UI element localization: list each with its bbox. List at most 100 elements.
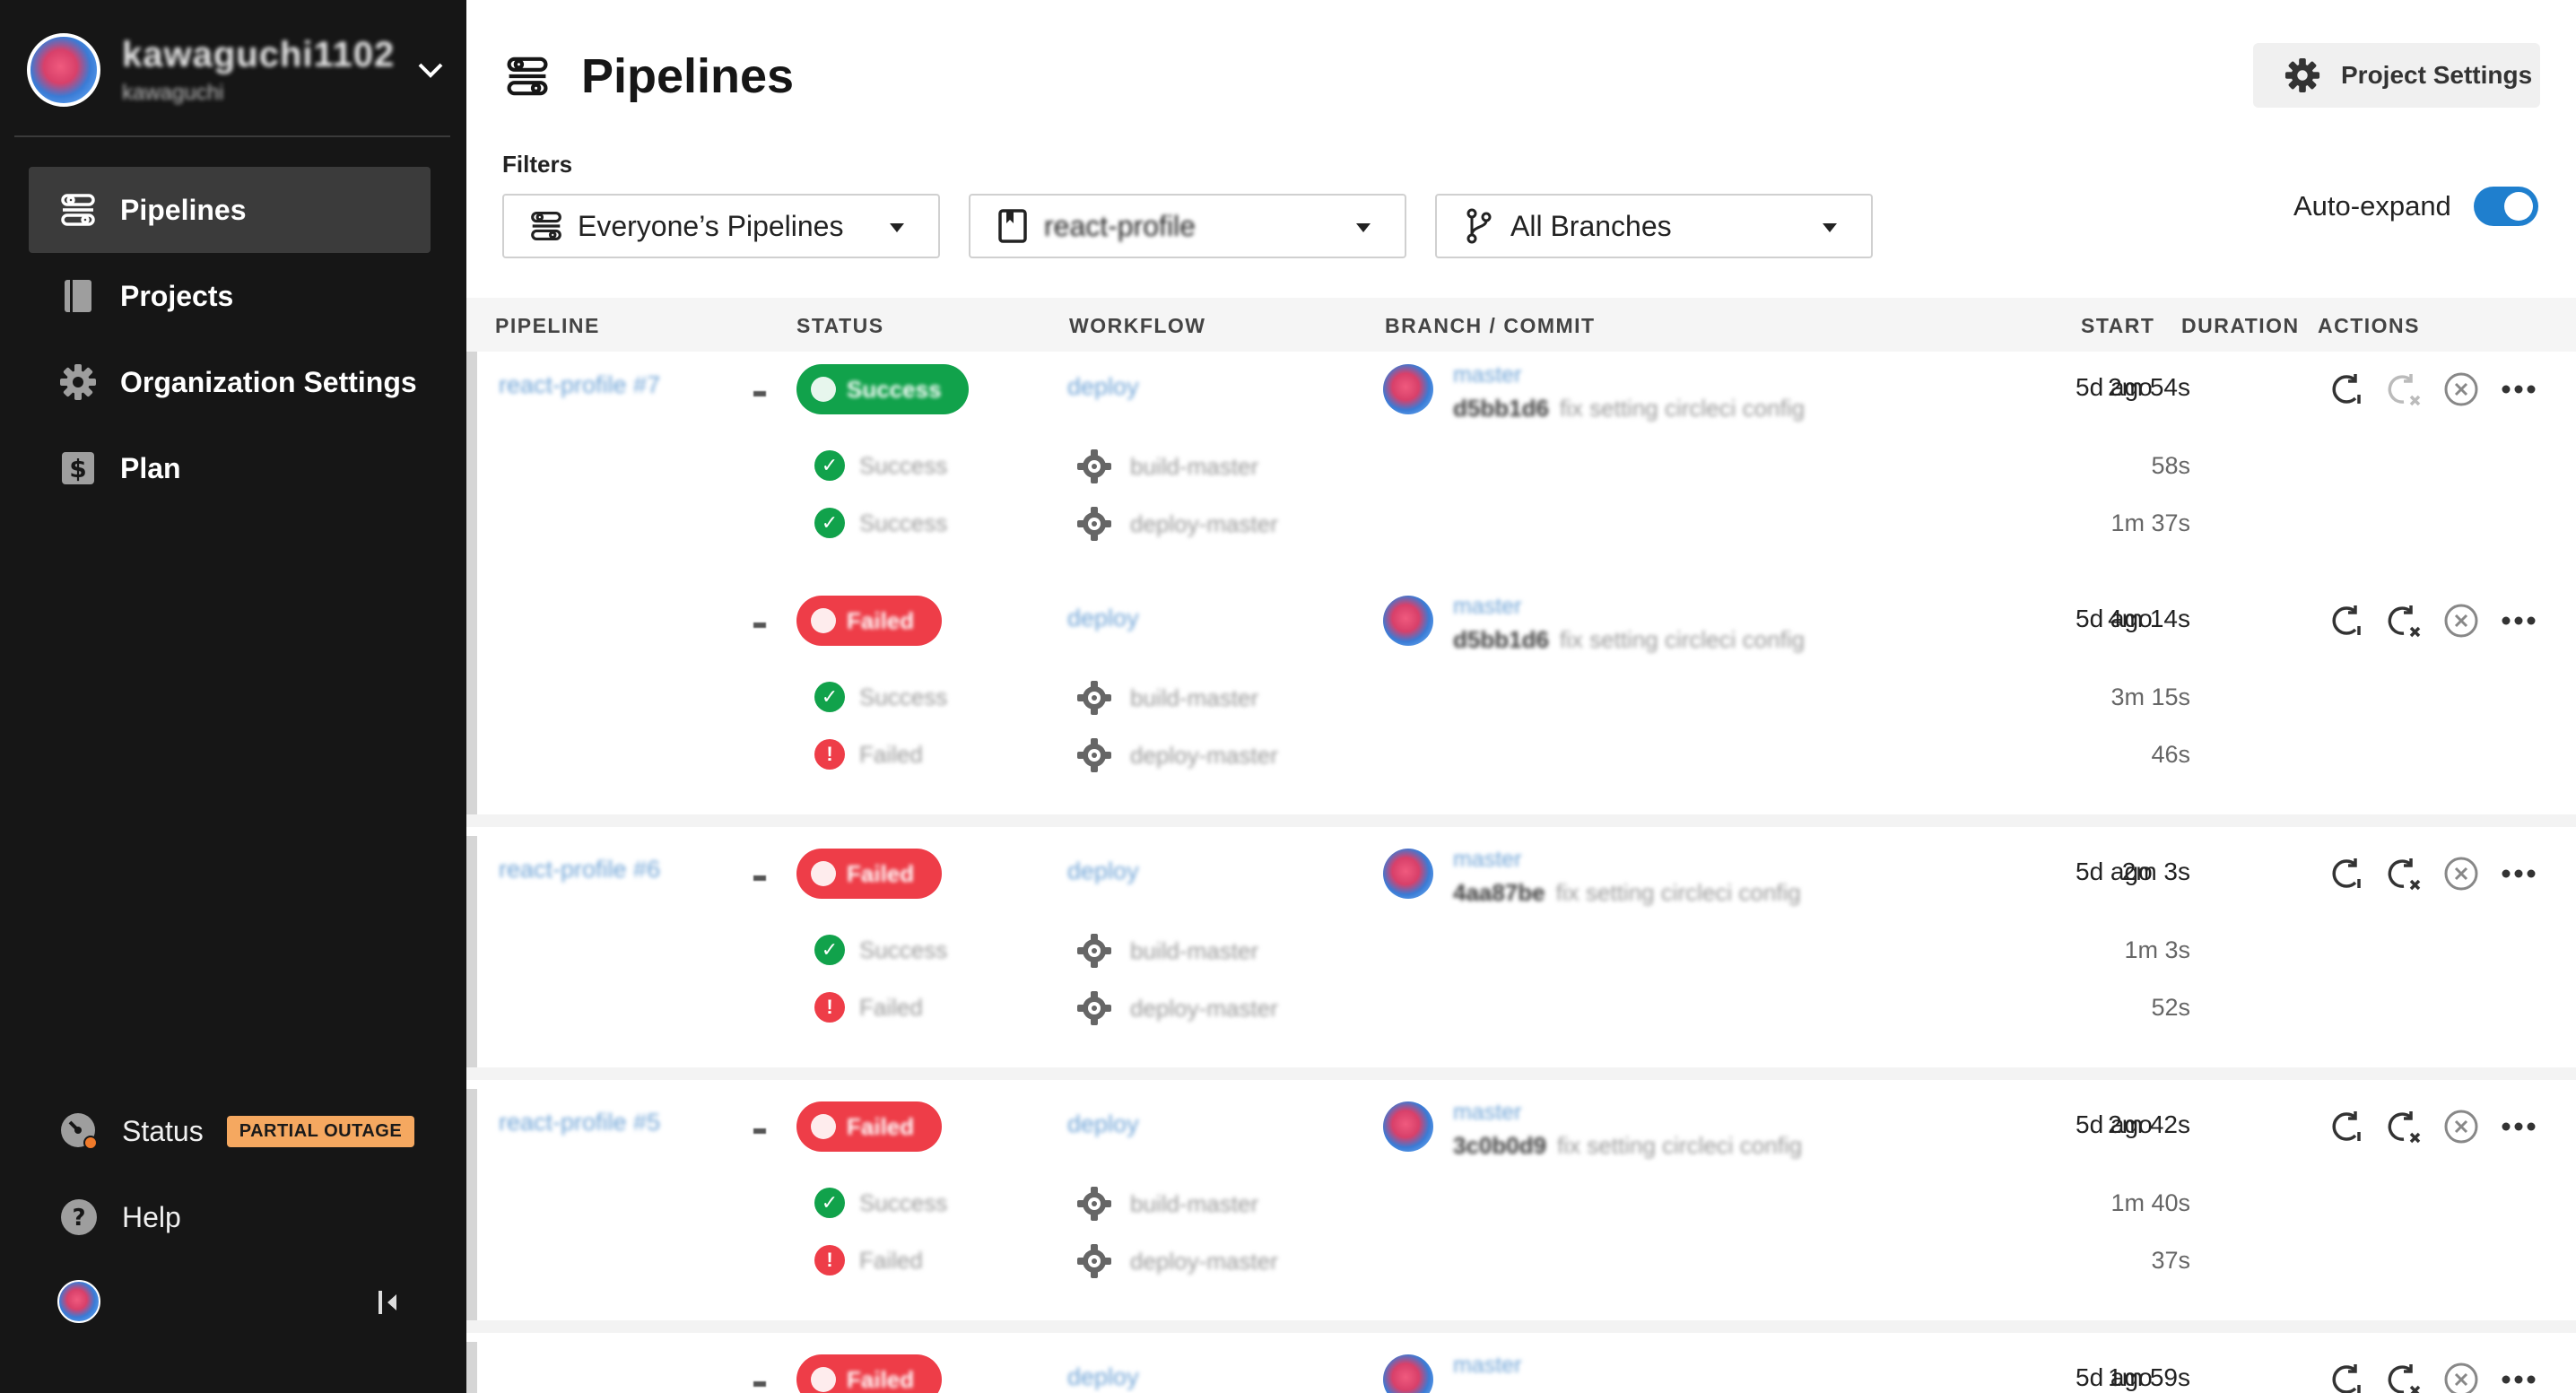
sidebar-item-pipelines[interactable]: Pipelines [29, 167, 431, 253]
rerun-workflow-icon[interactable] [2327, 601, 2366, 640]
project-filter-value: react-profile [1044, 209, 1196, 242]
duration: 2m 42s [2108, 1110, 2190, 1138]
sidebar-item-projects[interactable]: Projects [29, 253, 431, 339]
rerun-workflow-icon[interactable] [2327, 854, 2366, 893]
pipeline-group: react-profile #5 Failed deploy master 3c0b0d… [466, 1089, 2576, 1320]
sidebar-item-plan[interactable]: $ Plan [29, 425, 431, 511]
commit-hash[interactable]: 3c0b0d9 [1453, 1132, 1546, 1160]
more-options-icon[interactable] [2499, 601, 2538, 640]
sidebar-item-status[interactable]: Status PARTIAL OUTAGE [29, 1100, 431, 1162]
pipelines-icon [59, 191, 97, 229]
collapse-toggle[interactable] [753, 391, 766, 396]
pipeline-link[interactable]: react-profile #6 [499, 856, 660, 884]
job-name[interactable]: build-master [1076, 933, 1258, 969]
cancel-icon[interactable] [2441, 1360, 2481, 1393]
more-options-icon[interactable] [2499, 370, 2538, 409]
commit-hash[interactable]: d5bb1d6 [1453, 395, 1549, 422]
job-name[interactable]: deploy-master [1076, 737, 1278, 773]
job-name[interactable]: deploy-master [1076, 506, 1278, 542]
cancel-icon[interactable] [2441, 854, 2481, 893]
group-separator [466, 1320, 2576, 1333]
user-menu[interactable]: kawaguchi1102 kawaguchi [27, 27, 448, 113]
branch-link[interactable]: master [1453, 1100, 1521, 1126]
help-label: Help [122, 1200, 181, 1233]
group-indicator [466, 836, 477, 1067]
job-status-text: Success [859, 451, 948, 479]
pipeline-link[interactable]: react-profile #5 [499, 1109, 660, 1136]
auto-expand-label: Auto-expand [2293, 190, 2451, 222]
caret-down-icon [1356, 223, 1371, 232]
pipeline-link[interactable]: react-profile #7 [499, 371, 660, 399]
cancel-icon[interactable] [2441, 1107, 2481, 1146]
job-name[interactable]: build-master [1076, 448, 1258, 484]
actions-group [2327, 1360, 2556, 1393]
more-options-icon[interactable] [2499, 1360, 2538, 1393]
pipelines-filter-dropdown[interactable]: Everyone’s Pipelines [502, 194, 940, 258]
job-name[interactable]: deploy-master [1076, 1243, 1278, 1279]
collapse-toggle[interactable] [753, 875, 766, 881]
avatar[interactable] [57, 1280, 100, 1323]
branch-link[interactable]: master [1453, 1353, 1521, 1379]
job-duration: 46s [2151, 741, 2190, 768]
collapse-toggle[interactable] [753, 1128, 766, 1134]
job-status-text: Success [859, 1188, 948, 1216]
job-duration: 3m 15s [2110, 683, 2190, 710]
workflow-link[interactable]: deploy [1067, 1110, 1139, 1138]
commit-avatar [1383, 1101, 1433, 1152]
job-name-text: deploy-master [1130, 1247, 1278, 1275]
branch-link[interactable]: master [1453, 362, 1521, 388]
commit-hash[interactable]: 4aa87be [1453, 879, 1545, 907]
rerun-failed-icon[interactable] [2384, 601, 2424, 640]
actions-group [2327, 1107, 2556, 1146]
check-icon: ✓ [814, 450, 845, 481]
job-name[interactable]: build-master [1076, 680, 1258, 716]
job-duration: 1m 37s [2110, 509, 2190, 536]
alert-icon: ! [814, 992, 845, 1023]
collapse-sidebar-icon[interactable] [371, 1284, 407, 1320]
status-icon [811, 861, 836, 886]
pipeline-group: react-profile #6 Failed deploy master 4aa87b… [466, 836, 2576, 1067]
branches-filter-dropdown[interactable]: All Branches [1435, 194, 1873, 258]
rerun-failed-icon[interactable] [2384, 1360, 2424, 1393]
job-name-text: deploy-master [1130, 994, 1278, 1022]
rerun-workflow-icon[interactable] [2327, 1360, 2366, 1393]
sidebar-item-organization-settings[interactable]: Organization Settings [29, 339, 431, 425]
workflow-link[interactable]: deploy [1067, 373, 1139, 401]
job-duration: 37s [2151, 1247, 2190, 1274]
rerun-workflow-icon[interactable] [2327, 370, 2366, 409]
auto-expand-toggle[interactable] [2474, 187, 2538, 226]
rerun-workflow-icon[interactable] [2327, 1107, 2366, 1146]
status-badge: PARTIAL OUTAGE [226, 1115, 415, 1147]
cancel-icon[interactable] [2441, 370, 2481, 409]
workflow-link[interactable]: deploy [1067, 1363, 1139, 1391]
job-status: ✓ Success [814, 935, 947, 965]
workflow-link[interactable]: deploy [1067, 605, 1139, 632]
more-options-icon[interactable] [2499, 1107, 2538, 1146]
branch-link[interactable]: master [1453, 594, 1521, 620]
job-status-text: Failed [859, 740, 923, 768]
rerun-failed-icon[interactable] [2384, 1107, 2424, 1146]
group-separator [466, 814, 2576, 827]
job-name[interactable]: deploy-master [1076, 990, 1278, 1026]
collapse-toggle[interactable] [753, 622, 766, 628]
job-duration: 1m 3s [2124, 936, 2190, 963]
sidebar-item-label: Organization Settings [120, 365, 417, 398]
commit-hash[interactable]: d5bb1d6 [1453, 626, 1549, 654]
job-name[interactable]: build-master [1076, 1186, 1258, 1222]
sidebar-item-help[interactable]: ? Help [29, 1186, 431, 1249]
commit-avatar [1383, 849, 1433, 899]
collapse-toggle[interactable] [753, 1381, 766, 1387]
job-status: ✓ Success [814, 508, 947, 538]
branch-link[interactable]: master [1453, 847, 1521, 873]
job-gear-icon [1076, 933, 1130, 969]
project-filter-dropdown[interactable]: react-profile [969, 194, 1406, 258]
chevron-down-icon[interactable] [413, 52, 448, 88]
cancel-icon[interactable] [2441, 601, 2481, 640]
rerun-failed-icon[interactable] [2384, 854, 2424, 893]
workflow-link[interactable]: deploy [1067, 858, 1139, 885]
project-settings-button[interactable]: Project Settings [2253, 43, 2540, 108]
job-status-text: Success [859, 683, 948, 710]
more-options-icon[interactable] [2499, 854, 2538, 893]
job-status: ! Failed [814, 739, 923, 770]
rerun-failed-icon[interactable] [2384, 370, 2424, 409]
